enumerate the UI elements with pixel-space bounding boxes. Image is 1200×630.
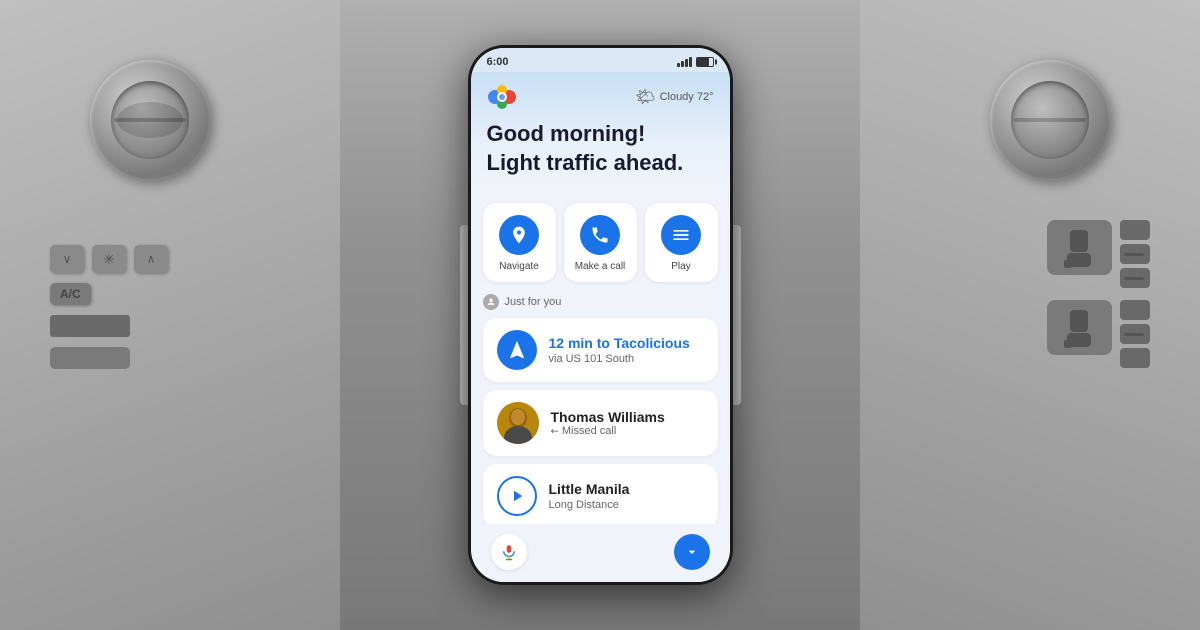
seat-ctrl-3[interactable] bbox=[1120, 268, 1150, 288]
signal-bar-1 bbox=[677, 63, 680, 67]
seat-ctrl-4[interactable] bbox=[1120, 300, 1150, 320]
weather-icon: 🌤 bbox=[635, 87, 655, 107]
mic-button[interactable] bbox=[491, 534, 527, 570]
navigate-svg bbox=[509, 225, 529, 245]
ga-logo-svg bbox=[487, 82, 517, 112]
fan-speed-row: ∨ ✳ ∧ bbox=[50, 245, 168, 273]
status-time: 6:00 bbox=[487, 56, 509, 68]
navigation-card[interactable]: 12 min to Tacolicious via US 101 South bbox=[483, 318, 718, 382]
assistant-top-row: 🌤 Cloudy 72° bbox=[487, 82, 714, 112]
seat-icon-2 bbox=[1062, 305, 1097, 350]
section-title: Just for you bbox=[505, 296, 562, 308]
music-card[interactable]: Little Manila Long Distance bbox=[483, 464, 718, 524]
music-play-svg bbox=[508, 487, 526, 505]
nav-card-title: 12 min to Tacolicious bbox=[549, 335, 704, 351]
car-background: ∨ ✳ ∧ A/C bbox=[0, 0, 1200, 630]
seat-controls-col-2 bbox=[1120, 300, 1150, 368]
section-header: Just for you bbox=[483, 294, 718, 310]
defrost-button[interactable] bbox=[50, 347, 130, 369]
fan-icon: ✳ bbox=[92, 245, 126, 273]
signal-bar-2 bbox=[681, 61, 684, 67]
phone: 6:00 bbox=[468, 45, 733, 585]
seat-row-1 bbox=[1047, 220, 1150, 288]
missed-call-text: Missed call bbox=[562, 425, 616, 437]
status-icons bbox=[677, 57, 714, 67]
temp-bar bbox=[50, 315, 130, 337]
signal-bar-4 bbox=[689, 57, 692, 67]
seat-ctrl-5[interactable] bbox=[1120, 324, 1150, 344]
nav-arrow-icon bbox=[506, 339, 528, 361]
bottom-bar bbox=[471, 524, 730, 582]
contact-card-info: Thomas Williams ↖ Missed call bbox=[551, 409, 704, 437]
music-title: Little Manila bbox=[549, 481, 704, 497]
seat-controls-col bbox=[1120, 220, 1150, 288]
section-header-icon bbox=[483, 294, 499, 310]
chevron-down-icon bbox=[684, 544, 700, 560]
fan-up-btn[interactable]: ∧ bbox=[134, 245, 168, 273]
navigate-icon bbox=[499, 215, 539, 255]
signal-icon bbox=[677, 57, 692, 67]
music-card-info: Little Manila Long Distance bbox=[549, 481, 704, 511]
missed-call-label: ↖ Missed call bbox=[551, 425, 704, 437]
contact-card[interactable]: Thomas Williams ↖ Missed call bbox=[483, 390, 718, 456]
play-button[interactable]: Play bbox=[645, 203, 718, 282]
nav-card-subtitle: via US 101 South bbox=[549, 353, 704, 365]
contact-avatar-svg bbox=[497, 402, 539, 444]
play-svg bbox=[671, 225, 691, 245]
seat-ctrl-6[interactable] bbox=[1120, 348, 1150, 368]
call-label: Make a call bbox=[575, 261, 626, 272]
ac-button[interactable]: A/C bbox=[50, 283, 91, 305]
nav-card-info: 12 min to Tacolicious via US 101 South bbox=[549, 335, 704, 365]
navigate-button[interactable]: Navigate bbox=[483, 203, 556, 282]
assistant-header: 🌤 Cloudy 72° Good morning! Light traffic… bbox=[471, 72, 730, 191]
google-assistant-logo bbox=[487, 82, 517, 112]
music-play-icon[interactable] bbox=[497, 476, 537, 516]
play-icon bbox=[661, 215, 701, 255]
call-icon bbox=[580, 215, 620, 255]
phone-screen: 6:00 bbox=[471, 48, 730, 582]
status-bar: 6:00 bbox=[471, 48, 730, 72]
mic-icon bbox=[500, 541, 518, 563]
left-climate-controls: ∨ ✳ ∧ A/C bbox=[50, 245, 168, 369]
missed-call-icon: ↖ bbox=[548, 424, 562, 438]
seat-icon-1 bbox=[1062, 225, 1097, 270]
left-vent-knob bbox=[90, 60, 210, 180]
seat-btn-1[interactable] bbox=[1047, 220, 1112, 275]
play-label: Play bbox=[671, 261, 690, 272]
weather-badge: 🌤 Cloudy 72° bbox=[635, 87, 713, 107]
fan-down-btn[interactable]: ∨ bbox=[50, 245, 84, 273]
battery-fill bbox=[697, 58, 710, 66]
contact-name: Thomas Williams bbox=[551, 409, 704, 425]
music-subtitle: Long Distance bbox=[549, 499, 704, 511]
greeting-text: Good morning! Light traffic ahead. bbox=[487, 120, 714, 177]
weather-text: Cloudy 72° bbox=[660, 91, 714, 103]
expand-button[interactable] bbox=[674, 534, 710, 570]
right-vent-knob bbox=[990, 60, 1110, 180]
battery-icon bbox=[696, 57, 714, 67]
call-svg bbox=[590, 225, 610, 245]
signal-bar-3 bbox=[685, 59, 688, 67]
seat-btn-2[interactable] bbox=[1047, 300, 1112, 355]
right-seat-controls bbox=[1047, 220, 1150, 368]
quick-actions: Navigate Make a call Play bbox=[471, 191, 730, 294]
call-button[interactable]: Make a call bbox=[564, 203, 637, 282]
seat-row-2 bbox=[1047, 300, 1150, 368]
nav-card-icon bbox=[497, 330, 537, 370]
ac-row: A/C bbox=[50, 283, 168, 305]
seat-ctrl-2[interactable] bbox=[1120, 244, 1150, 264]
cards-section: Just for you 12 min to Tacolicious via U… bbox=[471, 294, 730, 524]
just-for-you-icon bbox=[486, 297, 496, 307]
contact-avatar bbox=[497, 402, 539, 444]
phone-mount: 6:00 bbox=[468, 45, 733, 585]
seat-ctrl-1[interactable] bbox=[1120, 220, 1150, 240]
navigate-label: Navigate bbox=[499, 261, 538, 272]
